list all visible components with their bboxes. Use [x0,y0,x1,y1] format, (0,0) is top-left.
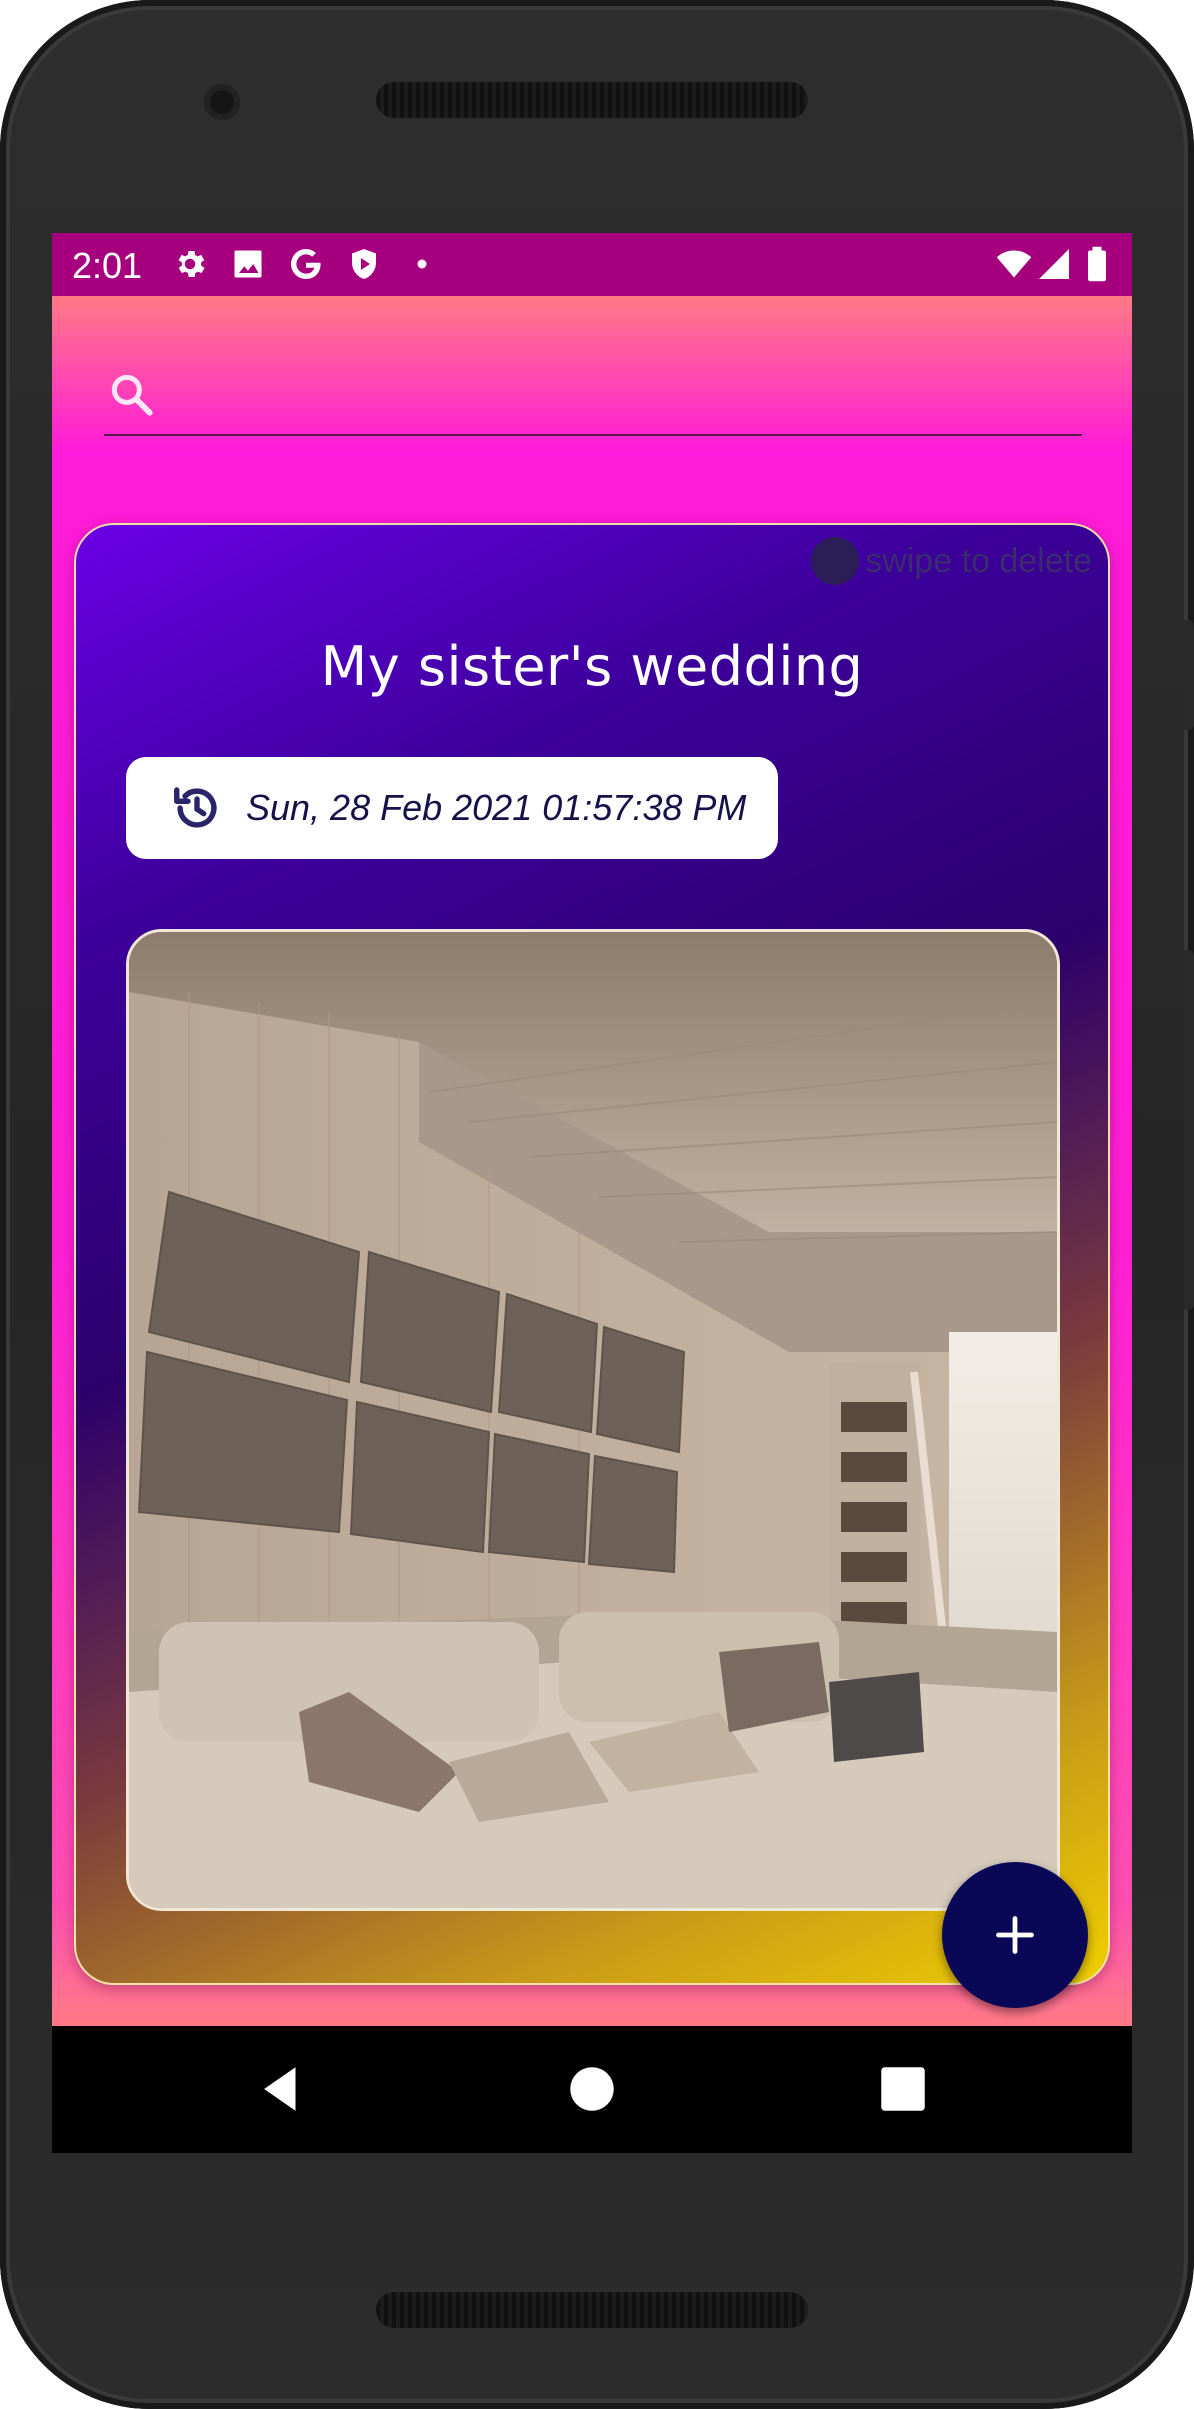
search-underline [104,434,1082,436]
shield-icon [352,249,376,279]
power-button [1184,620,1194,730]
recents-icon[interactable] [874,2060,932,2118]
google-icon [291,249,321,279]
signal-icon [1039,249,1069,279]
screen: 2:01 swipe to delete My sister's wedding [52,233,1132,2153]
swipe-hint-label: swipe to delete [865,541,1092,580]
image-icon [234,250,262,278]
memory-card[interactable]: swipe to delete My sister's wedding Sun,… [74,523,1110,1985]
phone-frame: 2:01 swipe to delete My sister's wedding [0,0,1194,2409]
card-title: My sister's wedding [320,635,864,698]
bottom-speaker [376,2292,808,2328]
date-pill: Sun, 28 Feb 2021 01:57:38 PM [126,757,778,859]
info-icon [811,537,860,585]
swipe-hint: swipe to delete [811,533,1092,589]
gear-icon [178,250,205,278]
date-label: Sun, 28 Feb 2021 01:57:38 PM [246,787,747,828]
plus-icon [996,1916,1034,1954]
history-icon [174,787,217,828]
wifi-icon [996,250,1032,278]
volume-button [1184,950,1194,1310]
living-room-photo[interactable] [126,929,1060,1911]
add-button[interactable] [942,1862,1088,2008]
back-icon[interactable] [252,2060,310,2118]
app-content: swipe to delete My sister's wedding Sun,… [52,296,1132,2026]
status-bar: 2:01 [52,233,1132,296]
battery-icon [1088,246,1106,282]
home-icon[interactable] [563,2060,621,2118]
dot-icon [417,259,427,269]
status-time: 2:01 [72,245,143,286]
navigation-bar [52,2026,1132,2153]
search-input[interactable] [176,366,1080,424]
search-icon [111,374,153,416]
living-room-illustration [129,932,1057,1908]
top-speaker [376,82,808,118]
front-camera [204,84,240,120]
